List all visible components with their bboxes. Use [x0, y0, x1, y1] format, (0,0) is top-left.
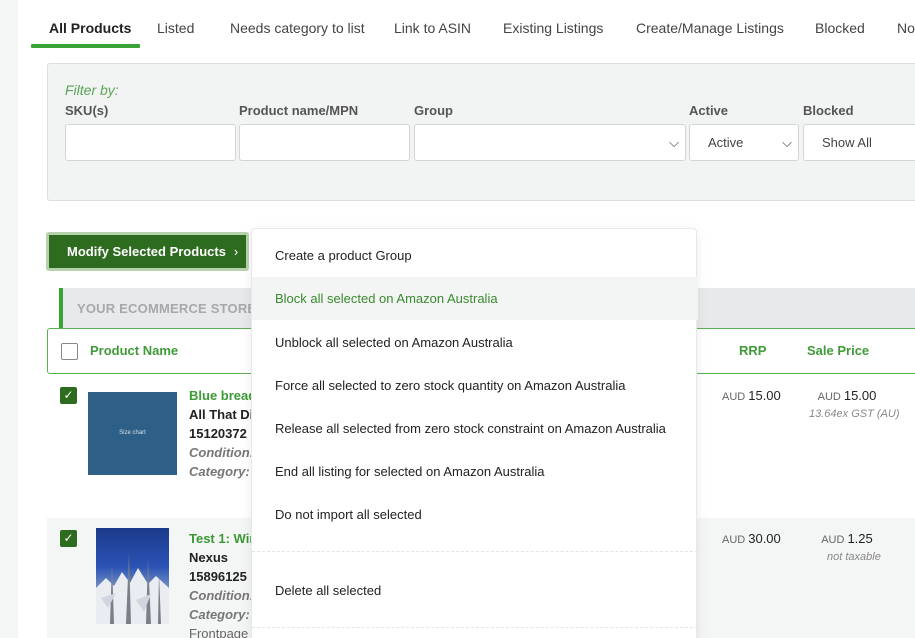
product-sku: 15896125 — [189, 569, 247, 584]
sale-currency: AUD — [817, 391, 841, 403]
active-label: Active — [689, 103, 729, 118]
sale-price-note: 13.64ex GST (AU) — [809, 408, 900, 420]
sale-amount: 15.00 — [843, 388, 877, 403]
chevron-down-icon: ⌵ — [669, 135, 679, 150]
product-condition: Condition: — [189, 445, 254, 460]
product-category: Category: — [189, 464, 250, 479]
thumbnail-caption: Size chart — [119, 430, 146, 436]
tab-blocked[interactable]: Blocked — [815, 0, 865, 48]
sale-currency: AUD — [821, 534, 845, 546]
rrp-amount: 15.00 — [748, 388, 781, 403]
tab-listed[interactable]: Listed — [157, 0, 194, 48]
tab-bar: All Products Listed Needs category to li… — [18, 0, 915, 49]
chevron-down-icon: ⌵ — [782, 135, 792, 150]
product-thumbnail[interactable]: Size chart — [88, 392, 177, 475]
product-brand: All That Di — [189, 407, 254, 422]
menu-item-unblock-selected[interactable]: Unblock all selected on Amazon Australia — [252, 321, 698, 364]
store-name: YOUR ECOMMERCE STORE — [77, 301, 257, 316]
tab-all-products[interactable]: All Products — [49, 0, 131, 48]
tab-link-to-asin[interactable]: Link to ASIN — [394, 0, 471, 48]
tab-existing-listings[interactable]: Existing Listings — [503, 0, 603, 48]
snow-trees-image — [96, 553, 169, 624]
modify-button-label: Modify Selected Products — [67, 244, 226, 259]
product-name-label: Product name/MPN — [239, 103, 359, 118]
active-select-value: Active — [708, 135, 744, 150]
blocked-label: Blocked — [803, 103, 854, 118]
sale-price-note: not taxable — [827, 551, 881, 563]
group-select[interactable]: ⌵ — [414, 124, 686, 161]
menu-divider — [252, 551, 698, 552]
rrp-value: AUD 15.00 — [722, 388, 802, 403]
product-category-value: Frontpage — [189, 626, 249, 638]
product-category: Category: — [189, 607, 250, 622]
sku-input[interactable] — [65, 124, 236, 161]
product-sku: 15120372 — [189, 426, 247, 441]
menu-divider — [252, 627, 698, 628]
product-name-input[interactable] — [239, 124, 410, 161]
rrp-amount: 30.00 — [748, 531, 781, 546]
menu-item-end-listings[interactable]: End all listing for selected on Amazon A… — [252, 450, 698, 493]
filter-title: Filter by: — [65, 82, 119, 98]
menu-item-do-not-import[interactable]: Do not import all selected — [252, 493, 698, 536]
menu-item-release-zero-stock[interactable]: Release all selected from zero stock con… — [252, 407, 698, 450]
menu-item-force-zero-stock[interactable]: Force all selected to zero stock quantit… — [252, 364, 698, 407]
rrp-currency: AUD — [722, 391, 746, 403]
column-rrp[interactable]: RRP — [739, 343, 766, 358]
select-all-checkbox[interactable] — [61, 343, 78, 360]
blocked-select[interactable]: Show All ⌵ — [803, 124, 915, 161]
menu-item-create-group[interactable]: Create a product Group — [252, 234, 698, 277]
menu-item-delete-selected[interactable]: Delete all selected — [252, 569, 698, 612]
rrp-currency: AUD — [722, 534, 746, 546]
tab-no[interactable]: No — [897, 0, 915, 48]
modify-actions-menu: Create a product Group Block all selecte… — [251, 228, 698, 638]
chevron-right-icon: › — [233, 244, 239, 259]
tab-create-manage-listings[interactable]: Create/Manage Listings — [636, 0, 784, 48]
product-condition: Condition: — [189, 588, 254, 603]
row-checkbox[interactable]: ✓ — [60, 530, 77, 547]
group-label: Group — [414, 103, 453, 118]
modify-selected-products-button[interactable]: Modify Selected Products › — [46, 232, 249, 271]
active-select[interactable]: Active ⌵ — [689, 124, 799, 161]
sale-price-value: AUD 1.25 — [807, 531, 887, 546]
product-brand: Nexus — [189, 550, 229, 565]
product-name-link[interactable]: Test 1: Wir — [189, 531, 254, 546]
menu-item-block-selected[interactable]: Block all selected on Amazon Australia — [252, 277, 698, 320]
product-name-link[interactable]: Blue bread — [189, 388, 256, 403]
column-sale-price[interactable]: Sale Price — [807, 343, 869, 358]
row-checkbox[interactable]: ✓ — [60, 387, 77, 404]
tab-needs-category[interactable]: Needs category to list — [230, 0, 365, 48]
filter-panel: Filter by: SKU(s) Product name/MPN Group… — [47, 63, 915, 201]
product-thumbnail[interactable] — [96, 528, 169, 624]
column-product-name[interactable]: Product Name — [90, 343, 178, 358]
rrp-value: AUD 30.00 — [722, 531, 802, 546]
active-tab-indicator — [31, 44, 140, 48]
sku-label: SKU(s) — [65, 103, 109, 118]
sale-amount: 1.25 — [847, 531, 873, 546]
blocked-select-value: Show All — [822, 135, 872, 150]
sale-price-value: AUD 15.00 — [807, 388, 887, 403]
